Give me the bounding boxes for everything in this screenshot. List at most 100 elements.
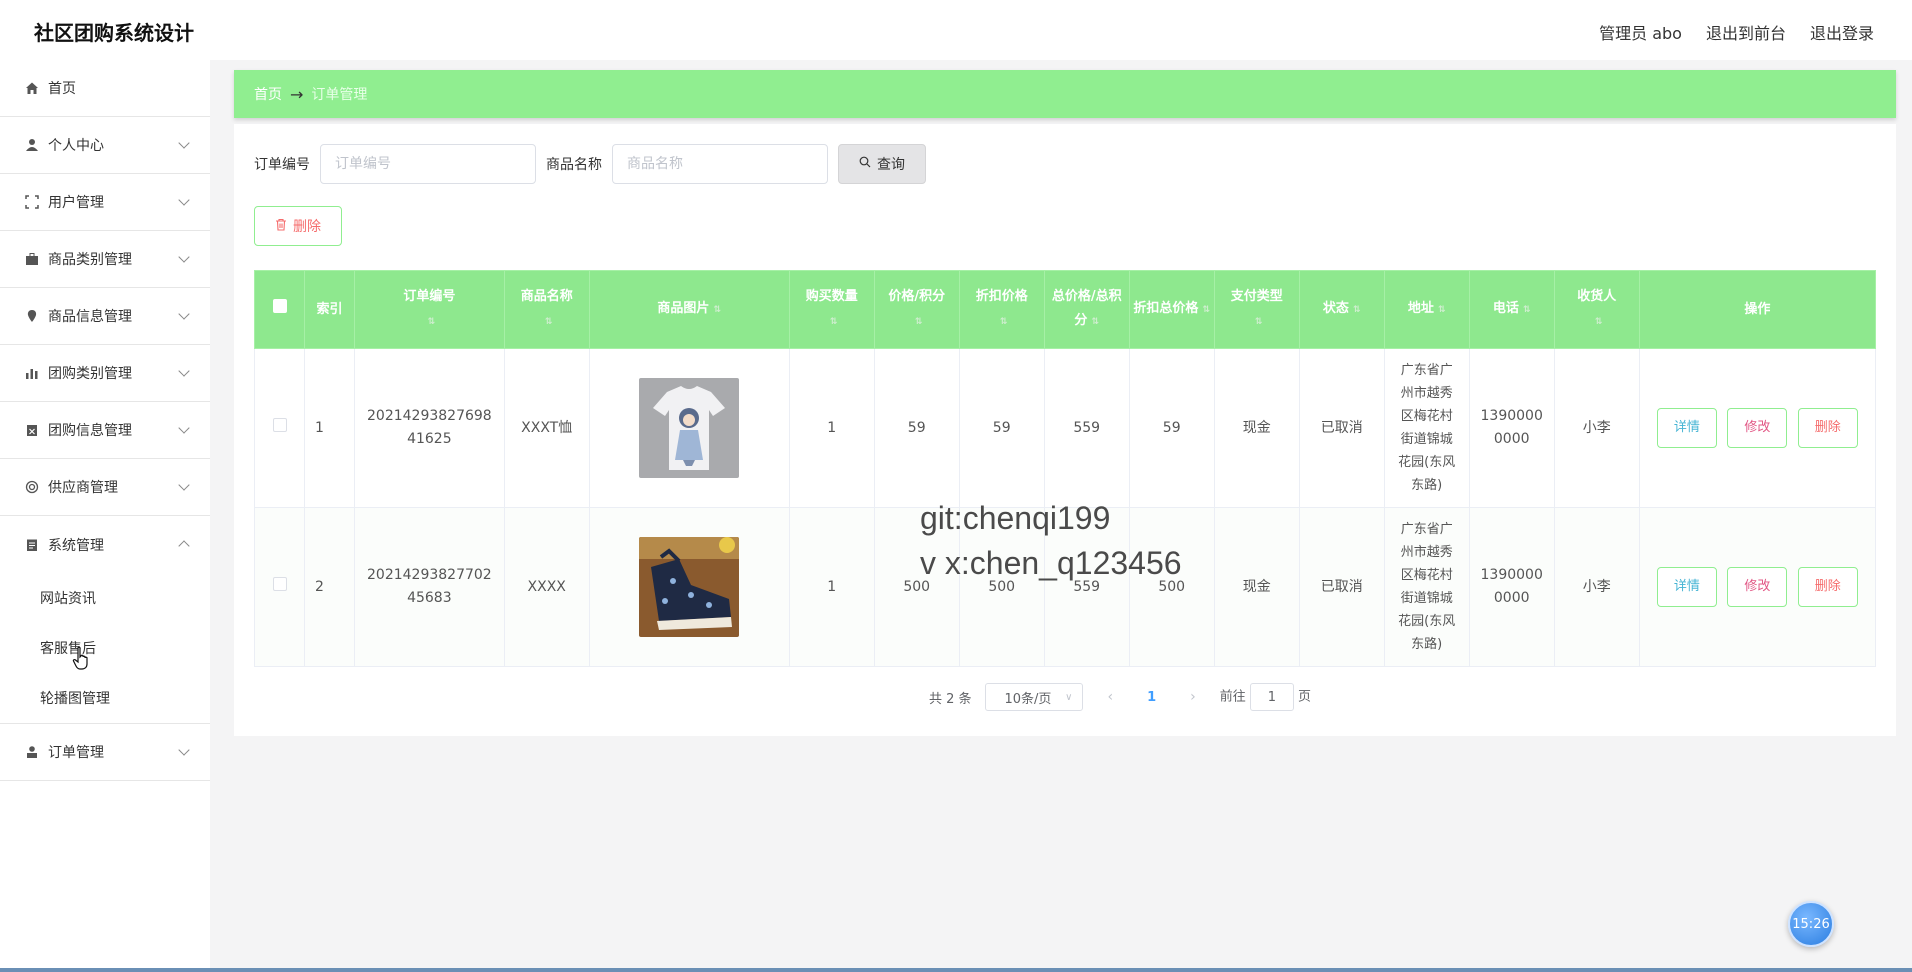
sidebar-item-label: 商品信息管理 [48,309,132,325]
chevron-down-icon [178,308,190,320]
col-goods-name[interactable]: 商品名称 ⇅ [503,270,590,349]
chevron-up-icon [178,540,190,552]
cell-phone: 13900000000 [1468,348,1555,508]
sidebar-item-supplier[interactable]: 供应商管理 [0,459,210,516]
sidebar-item-user-management[interactable]: 用户管理 [0,174,210,231]
cell-order-no: 20214293827698 41625 [354,348,505,508]
sidebar-item-label: 团购类别管理 [48,366,132,382]
prev-page-button[interactable]: ‹ [1097,689,1123,705]
sneaker-image[interactable] [639,537,740,637]
select-all-checkbox[interactable] [272,298,287,313]
delete-button[interactable]: 删除 [1797,567,1858,607]
chevron-down-icon: ∨ [1065,691,1073,703]
sidebar-item-goods-info[interactable]: 商品信息管理 [0,288,210,345]
submenu-item-customer-service[interactable]: 客服售后 [0,623,210,673]
row-checkbox-cell[interactable] [254,507,305,667]
sidebar-item-order-management[interactable]: 订单管理 [0,724,210,781]
main-panel: 首页 → 订单管理 订单编号 商品名称 查询 删除 [234,70,1896,736]
col-price[interactable]: 价格/积分 ⇅ [873,270,960,349]
sort-icon[interactable]: ⇅ [1353,298,1361,322]
pagination: 共 2 条 10条/页 ∨ ‹ 1 › 前往 页 [254,683,1876,711]
col-phone[interactable]: 电话 ⇅ [1468,270,1555,349]
breadcrumb-home[interactable]: 首页 [254,84,282,104]
batch-delete-button[interactable]: 删除 [254,206,342,246]
detail-button[interactable]: 详情 [1656,567,1717,607]
row-checkbox[interactable] [272,417,287,432]
sidebar-item-home[interactable]: 首页 [0,60,210,117]
watermark-line: v x:chen_q123456 [920,545,1182,581]
submenu-item-site-news[interactable]: 网站资讯 [0,573,210,623]
cell-goods-name: XXXX [503,507,590,667]
cell-order-no: 20214293827702 45683 [354,507,505,667]
table-header-row: 索引 订单编号 ⇅ 商品名称 ⇅ 商品图片 ⇅ 购买数量 ⇅ 价格/积分 ⇅ 折扣价格 ⇅ … [254,270,1877,349]
col-goods-image[interactable]: 商品图片 ⇅ [588,270,790,349]
goto-page-input[interactable] [1249,683,1294,711]
sort-icon[interactable]: ⇅ [713,298,721,322]
sort-icon[interactable]: ⇅ [1091,310,1099,334]
cell-receiver: 小李 [1553,507,1640,667]
edit-button[interactable]: 修改 [1727,567,1788,607]
sidebar-item-system[interactable]: 系统管理 [0,516,210,573]
order-no-input[interactable] [320,144,536,184]
col-qty[interactable]: 购买数量 ⇅ [788,270,875,349]
cell-total: 559 [1043,348,1130,508]
col-pay-type[interactable]: 支付类型 ⇅ [1213,270,1300,349]
sort-icon[interactable]: ⇅ [830,310,838,334]
target-icon [24,479,40,495]
cell-address: 广东省广州市越秀区梅花村街道锦城花园(东风东路) [1383,348,1470,508]
page-unit-label: 页 [1298,689,1312,705]
detail-button[interactable]: 详情 [1656,408,1717,448]
page-size-select[interactable]: 10条/页 ∨ [985,683,1084,711]
query-button[interactable]: 查询 [838,144,926,184]
sort-icon[interactable]: ⇅ [428,310,436,334]
sort-icon[interactable]: ⇅ [1000,310,1008,334]
sidebar-item-groupbuy-info[interactable]: 团购信息管理 [0,402,210,459]
sort-icon[interactable]: ⇅ [915,310,923,334]
pagination-total: 共 2 条 [928,691,972,707]
cell-goods-name: XXXT恤 [503,348,590,508]
next-page-button[interactable]: › [1180,689,1206,705]
sidebar-item-label: 订单管理 [48,745,104,761]
col-address[interactable]: 地址 ⇅ [1383,270,1470,349]
query-button-label: 查询 [877,157,905,173]
sidebar-item-label: 团购信息管理 [48,423,132,439]
col-order-no[interactable]: 订单编号 ⇅ [354,270,505,349]
sort-icon[interactable]: ⇅ [1523,298,1531,322]
col-discount-total[interactable]: 折扣总价格 ⇅ [1128,270,1215,349]
logout-link[interactable]: 退出登录 [1810,20,1874,44]
delete-button[interactable]: 删除 [1797,408,1858,448]
sidebar-item-personal-center[interactable]: 个人中心 [0,117,210,174]
sidebar-item-label: 供应商管理 [48,480,118,496]
col-discount-price[interactable]: 折扣价格 ⇅ [958,270,1045,349]
system-submenu: 网站资讯 客服售后 轮播图管理 [0,573,210,724]
row-checkbox-cell[interactable] [254,348,305,508]
order-no-label: 订单编号 [254,157,310,173]
col-total[interactable]: 总价格/总积分 ⇅ [1043,270,1130,349]
sidebar-item-groupbuy-category[interactable]: 团购类别管理 [0,345,210,402]
sort-icon[interactable]: ⇅ [1202,298,1210,322]
exit-to-front-link[interactable]: 退出到前台 [1706,20,1786,44]
col-status[interactable]: 状态 ⇅ [1298,270,1385,349]
cell-ops: 详情 修改 删除 [1638,507,1877,667]
chevron-down-icon [178,194,190,206]
edit-button[interactable]: 修改 [1727,408,1788,448]
cell-address: 广东省广州市越秀区梅花村街道锦城花园(东风东路) [1383,507,1470,667]
goods-name-input[interactable] [612,144,828,184]
sidebar-item-label: 个人中心 [48,138,104,154]
row-checkbox[interactable] [272,576,287,591]
page-number-current[interactable]: 1 [1137,690,1166,705]
tshirt-image[interactable] [639,378,740,478]
sort-icon[interactable]: ⇅ [1255,310,1263,334]
col-receiver[interactable]: 收货人 ⇅ [1553,270,1640,349]
sort-icon[interactable]: ⇅ [1595,310,1603,334]
floating-clock-badge[interactable]: 15:26 [1788,901,1834,947]
submenu-item-carousel[interactable]: 轮播图管理 [0,673,210,723]
sort-icon[interactable]: ⇅ [1438,298,1446,322]
sidebar-item-goods-category[interactable]: 商品类别管理 [0,231,210,288]
batch-delete-label: 删除 [293,219,321,235]
sidebar: 首页 个人中心 用户管理 商品类别管理 商品信息管理 团购类别管理 团购信息管理… [0,60,210,972]
select-all-header[interactable] [254,270,305,349]
cell-goods-image [588,348,790,508]
sort-icon[interactable]: ⇅ [545,310,553,334]
chevron-down-icon [178,479,190,491]
